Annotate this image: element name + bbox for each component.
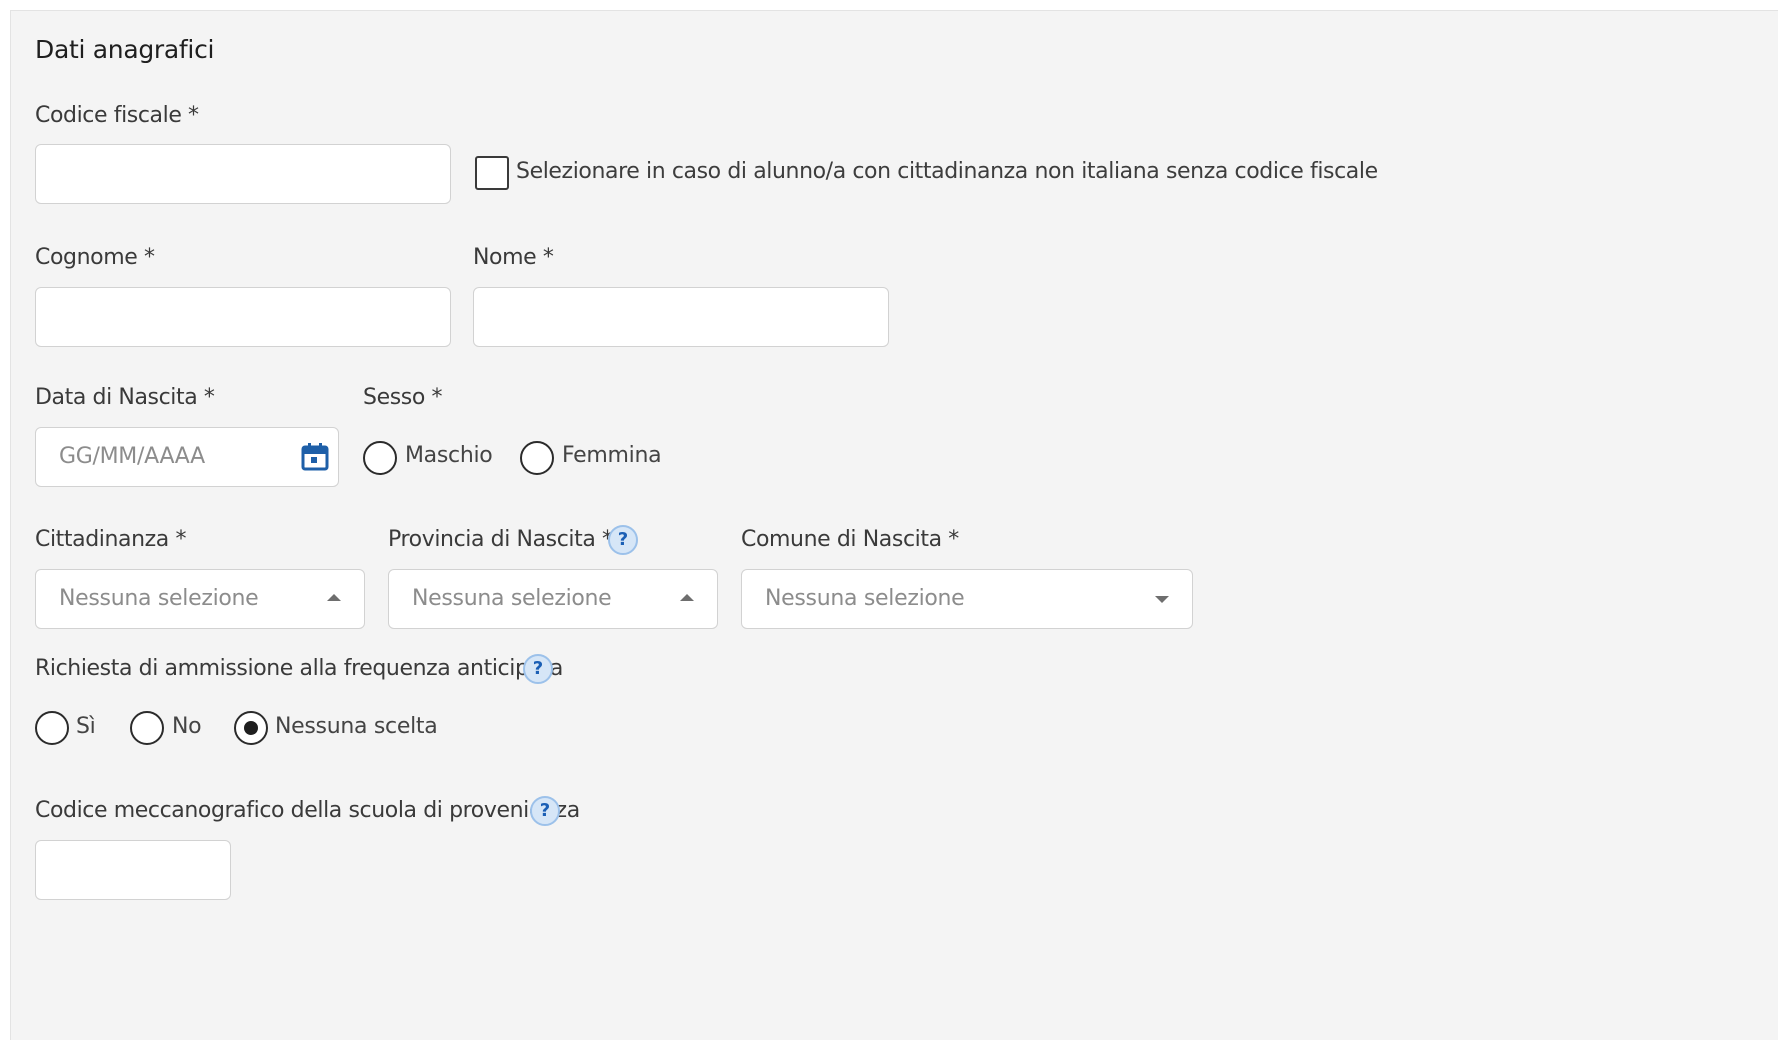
- section-title: Dati anagrafici: [35, 35, 215, 64]
- cittadinanza-select[interactable]: Nessuna selezione: [35, 569, 365, 629]
- cognome-input[interactable]: [35, 287, 451, 347]
- caret-down-icon: [1155, 596, 1169, 603]
- calendar-icon[interactable]: [300, 442, 330, 472]
- provincia-nascita-selected: Nessuna selezione: [412, 586, 612, 611]
- codice-fiscale-label: Codice fiscale *: [35, 103, 199, 128]
- cittadinanza-selected: Nessuna selezione: [59, 586, 259, 611]
- frequenza-nessuna-label[interactable]: Nessuna scelta: [275, 714, 438, 739]
- frequenza-nessuna-radio[interactable]: [234, 711, 268, 745]
- caret-up-icon: [680, 594, 694, 601]
- dati-anagrafici-panel: Dati anagrafici Codice fiscale * Selezio…: [10, 10, 1778, 1040]
- no-codice-fiscale-checkbox[interactable]: [475, 156, 509, 190]
- codice-meccanografico-help-icon[interactable]: ?: [530, 796, 560, 826]
- comune-nascita-select[interactable]: Nessuna selezione: [741, 569, 1193, 629]
- sesso-label: Sesso *: [363, 385, 443, 410]
- frequenza-si-label[interactable]: Sì: [76, 714, 96, 739]
- nome-input[interactable]: [473, 287, 889, 347]
- frequenza-anticipata-label: Richiesta di ammissione alla frequenza a…: [35, 656, 563, 681]
- caret-up-icon: [327, 594, 341, 601]
- sesso-maschio-label[interactable]: Maschio: [405, 443, 493, 468]
- sesso-femmina-label[interactable]: Femmina: [562, 443, 662, 468]
- frequenza-no-radio[interactable]: [130, 711, 164, 745]
- cittadinanza-label: Cittadinanza *: [35, 527, 187, 552]
- codice-meccanografico-input[interactable]: [35, 840, 231, 900]
- frequenza-si-radio[interactable]: [35, 711, 69, 745]
- provincia-nascita-select[interactable]: Nessuna selezione: [388, 569, 718, 629]
- provincia-help-icon[interactable]: ?: [608, 525, 638, 555]
- cognome-label: Cognome *: [35, 245, 155, 270]
- frequenza-no-label[interactable]: No: [172, 714, 202, 739]
- codice-meccanografico-label: Codice meccanografico della scuola di pr…: [35, 798, 580, 823]
- sesso-femmina-radio[interactable]: [520, 441, 554, 475]
- data-nascita-label: Data di Nascita *: [35, 385, 215, 410]
- no-codice-fiscale-label[interactable]: Selezionare in caso di alunno/a con citt…: [516, 159, 1378, 184]
- nome-label: Nome *: [473, 245, 554, 270]
- data-nascita-placeholder: GG/MM/AAAA: [59, 444, 205, 469]
- comune-nascita-selected: Nessuna selezione: [765, 586, 965, 611]
- frequenza-help-icon[interactable]: ?: [523, 654, 553, 684]
- comune-nascita-label: Comune di Nascita *: [741, 527, 959, 552]
- data-nascita-input[interactable]: GG/MM/AAAA: [35, 427, 339, 487]
- provincia-nascita-label: Provincia di Nascita *: [388, 527, 613, 552]
- sesso-maschio-radio[interactable]: [363, 441, 397, 475]
- codice-fiscale-input[interactable]: [35, 144, 451, 204]
